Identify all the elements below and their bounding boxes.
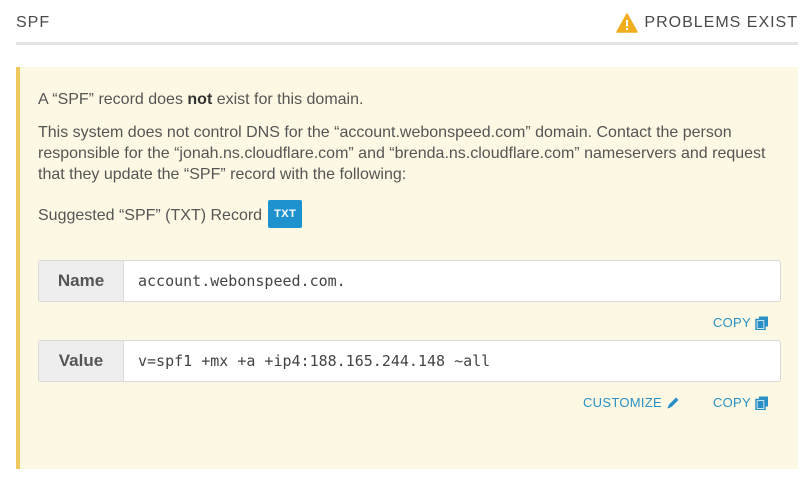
value-field: Value v=spf1 +mx +a +ip4:188.165.244.148… (38, 340, 781, 382)
suggested-record-heading: Suggested “SPF” (TXT) Record TXT (38, 200, 768, 228)
copy-label: COPY (712, 315, 751, 330)
dns-instruction-text: This system does not control DNS for the… (38, 124, 766, 183)
pencil-icon (667, 397, 679, 408)
name-label: Name (39, 261, 124, 301)
copy-icon (755, 396, 768, 410)
value-label: Value (39, 341, 124, 381)
warning-triangle-icon (616, 13, 639, 33)
suggested-record-label: Suggested “SPF” (TXT) Record (38, 206, 263, 224)
status-text: PROBLEMS EXIST (644, 14, 798, 31)
spf-warning-panel: A “SPF” record does not exist for this d… (16, 67, 798, 469)
emphasis-not: not (187, 91, 213, 108)
status-indicator: PROBLEMS EXIST (616, 13, 798, 33)
value-value[interactable]: v=spf1 +mx +a +ip4:188.165.244.148 ~all (124, 341, 780, 381)
customize-label: CUSTOMIZE (582, 395, 662, 410)
name-value[interactable]: account.webonspeed.com. (124, 261, 780, 301)
name-field: Name account.webonspeed.com. (38, 260, 781, 302)
copy-icon (755, 316, 768, 330)
record-type-badge: TXT (268, 200, 303, 228)
copy-name-button[interactable]: COPY (713, 315, 769, 330)
copy-label: COPY (712, 395, 751, 410)
section-header: SPF PROBLEMS EXIST (16, 0, 798, 45)
missing-record-message: A “SPF” record does not exist for this d… (38, 91, 364, 108)
section-title: SPF (16, 14, 51, 31)
copy-value-button[interactable]: COPY (713, 395, 769, 410)
customize-button[interactable]: CUSTOMIZE (583, 395, 680, 410)
